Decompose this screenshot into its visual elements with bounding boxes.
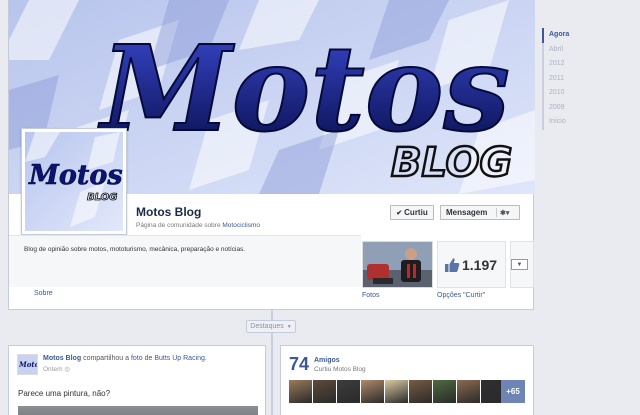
friends-more-button[interactable]: +65 (501, 380, 525, 403)
post-preposition: de (144, 355, 153, 362)
liked-label: Curtiu (404, 208, 428, 217)
friend-avatar[interactable] (457, 380, 480, 403)
nav-item-2009[interactable]: 2009 (544, 101, 632, 116)
timeline-year-nav: Agora Abril 2012 2011 2010 2009 Início (542, 28, 632, 130)
about-text: Blog de opinião sobre motos, mototurismo… (24, 246, 246, 253)
friend-avatar[interactable] (289, 380, 312, 403)
highlights-dropdown[interactable]: Destaques ▼ (246, 320, 296, 333)
photos-link[interactable]: Fotos (362, 292, 380, 299)
friend-avatar[interactable] (433, 380, 456, 403)
category-link[interactable]: Motociclismo (222, 222, 260, 229)
likes-app-box[interactable]: 1.197 (437, 241, 506, 288)
cover-logo-main: Motos (97, 19, 510, 158)
friends-subtitle: Curtiu Motos Blog (314, 366, 366, 373)
friend-avatar[interactable] (337, 380, 360, 403)
message-label: Mensagem (446, 208, 488, 217)
post-author-avatar[interactable]: Motos (17, 354, 38, 375)
likes-options-link[interactable]: Opções "Curtir" (437, 292, 485, 299)
about-link[interactable]: Sobre (34, 290, 53, 297)
highlights-label: Destaques (250, 323, 284, 330)
cover-logo-sub: BLOG (391, 140, 512, 186)
check-icon: ✔ (396, 209, 403, 217)
profile-logo-main: Motos (28, 160, 123, 191)
thumbs-up-icon (444, 257, 460, 278)
photos-thumbnail[interactable] (362, 241, 433, 288)
message-button[interactable]: Mensagem ✱▾ (440, 205, 520, 220)
button-divider (496, 208, 497, 217)
friends-title-link[interactable]: Amigos (314, 357, 340, 364)
nav-item-2011[interactable]: 2011 (544, 72, 632, 87)
page-category-line: Página de comunidade sobre Motociclismo (136, 222, 260, 229)
post-header: Motos Blog compartilhou a foto de Butts … (43, 355, 207, 362)
friends-card: 74 Amigos Curtiu Motos Blog +65 (280, 345, 534, 415)
friend-avatar[interactable] (313, 380, 336, 403)
post-time-text: Ontem (43, 366, 63, 373)
gear-icon[interactable]: ✱▾ (500, 209, 509, 217)
profile-picture[interactable]: Motos BLOG (21, 128, 127, 235)
caret-down-icon: ▼ (286, 323, 292, 330)
apps-dropdown-button[interactable]: ▼ (511, 259, 528, 270)
about-section: Blog de opinião sobre motos, mototurismo… (9, 235, 361, 287)
post-message: Parece uma pintura, não? (18, 389, 111, 398)
friend-avatar[interactable] (361, 380, 384, 403)
post-timestamp[interactable]: Ontem ◎ (43, 365, 70, 373)
nav-item-2012[interactable]: 2012 (544, 57, 632, 72)
likes-count: 1.197 (462, 257, 498, 273)
profile-logo-sub: BLOG (87, 192, 117, 203)
chevron-down-icon: ▼ (516, 261, 523, 268)
post-card: Motos Motos Blog compartilhou a foto de … (8, 345, 266, 415)
nav-item-2010[interactable]: 2010 (544, 86, 632, 101)
friends-avatar-row (289, 380, 504, 403)
friend-avatar[interactable] (409, 380, 432, 403)
category-prefix: Página de comunidade sobre (136, 222, 221, 229)
post-action-text: compartilhou a (83, 355, 129, 362)
friends-count: 74 (289, 354, 310, 374)
liked-button[interactable]: ✔ Curtiu (390, 205, 434, 220)
post-avatar-logo: Motos (18, 360, 38, 369)
post-author-link[interactable]: Motos Blog (43, 355, 81, 362)
globe-icon: ◎ (64, 366, 70, 373)
post-source-link[interactable]: Butts Up Racing. (154, 355, 207, 362)
profile-card: Motos BLOG Motos BLOG Motos Blog Página … (8, 0, 535, 310)
page-title: Motos Blog (136, 205, 202, 219)
friend-avatar[interactable] (385, 380, 408, 403)
post-photo[interactable] (18, 406, 258, 415)
nav-item-start[interactable]: Início (544, 115, 632, 130)
nav-item-now[interactable]: Agora (542, 28, 632, 43)
post-object-link[interactable]: foto (131, 355, 143, 362)
nav-item-april[interactable]: Abril (544, 43, 632, 58)
